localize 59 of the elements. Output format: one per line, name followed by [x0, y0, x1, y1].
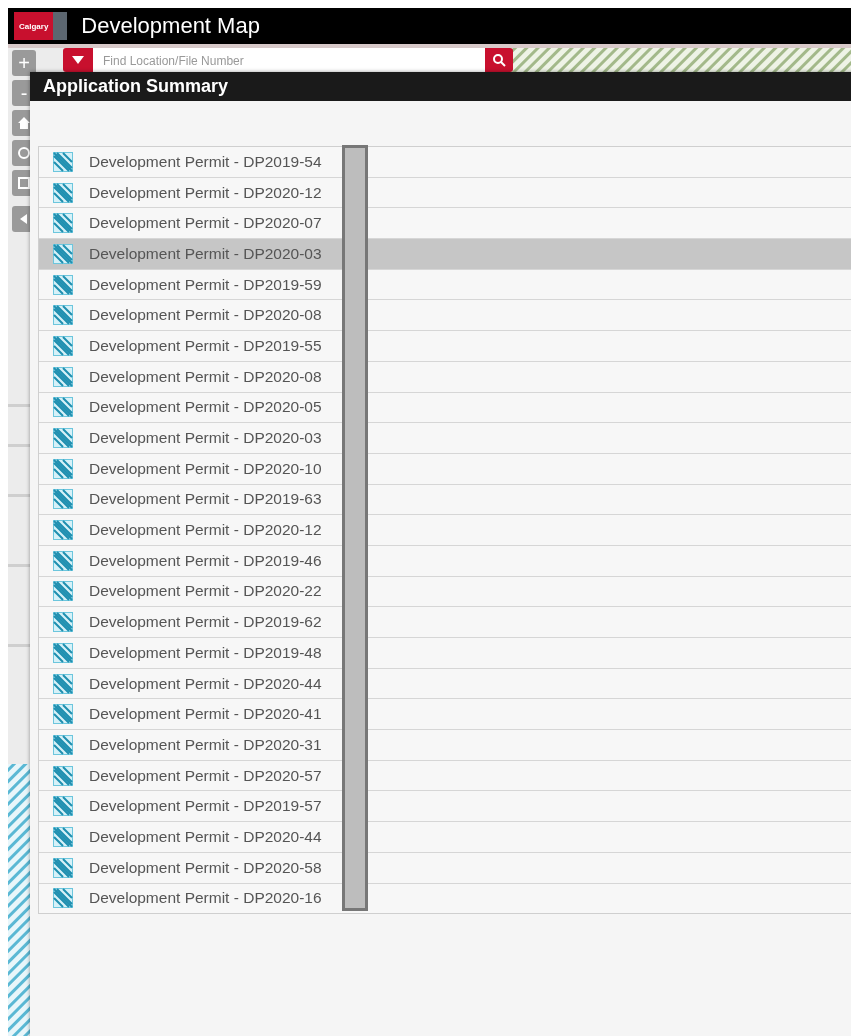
hatched-square-icon [53, 612, 73, 633]
city-logo: Calgary [14, 12, 68, 40]
application-item[interactable]: Development Permit - DP2020-03 [39, 239, 851, 270]
application-label: Development Permit - DP2019-62 [89, 613, 322, 632]
hatched-square-icon [53, 520, 73, 541]
hatched-square-icon [53, 734, 73, 755]
application-label: Development Permit - DP2019-48 [89, 643, 322, 662]
application-label: Development Permit - DP2020-08 [89, 306, 322, 325]
application-label: Development Permit - DP2020-44 [89, 674, 322, 693]
application-label: Development Permit - DP2020-57 [89, 766, 322, 785]
application-label: Development Permit - DP2020-08 [89, 367, 322, 386]
hatched-square-icon [53, 335, 73, 356]
application-label: Development Permit - DP2019-59 [89, 275, 322, 294]
application-label: Development Permit - DP2020-07 [89, 214, 322, 233]
hatched-square-icon [53, 581, 73, 602]
application-label: Development Permit - DP2020-10 [89, 459, 322, 478]
dropdown-button[interactable] [63, 48, 93, 72]
hatched-square-icon [53, 458, 73, 479]
hatched-square-icon [53, 397, 73, 418]
application-label: Development Permit - DP2020-44 [89, 827, 322, 846]
app-title: Development Map [81, 13, 260, 39]
hatched-square-icon [53, 826, 73, 847]
application-label: Development Permit - DP2019-63 [89, 490, 322, 509]
hatched-square-icon [53, 765, 73, 786]
hatched-square-icon [53, 888, 73, 909]
application-label: Development Permit - DP2020-12 [89, 521, 322, 540]
search-field[interactable]: Find Location/File Number [93, 48, 485, 72]
hatched-square-icon [53, 673, 73, 694]
hatched-square-icon [53, 182, 73, 203]
application-label: Development Permit - DP2020-12 [89, 183, 322, 202]
application-label: Development Permit - DP2019-46 [89, 551, 322, 570]
hatched-square-icon [53, 642, 73, 663]
hatched-square-icon [53, 274, 73, 295]
application-label: Development Permit - DP2020-03 [89, 429, 322, 448]
application-label: Development Permit - DP2020-03 [89, 244, 322, 263]
application-label: Development Permit - DP2019-55 [89, 336, 322, 355]
hatched-square-icon [53, 857, 73, 878]
hatched-square-icon [53, 704, 73, 725]
application-label: Development Permit - DP2019-57 [89, 797, 322, 816]
application-label: Development Permit - DP2020-22 [89, 582, 322, 601]
caret-icon [72, 56, 84, 64]
search-button[interactable] [485, 48, 513, 72]
hatched-square-icon [53, 428, 73, 449]
application-label: Development Permit - DP2020-41 [89, 705, 322, 724]
application-label: Development Permit - DP2020-58 [89, 858, 322, 877]
hatched-square-icon [53, 550, 73, 571]
application-label: Development Permit - DP2019-54 [89, 152, 322, 171]
hatched-square-icon [53, 305, 73, 326]
hatched-square-icon [53, 243, 73, 264]
hatched-square-icon [53, 366, 73, 387]
hatched-square-icon [53, 796, 73, 817]
hatched-square-icon [53, 151, 73, 172]
application-label: Development Permit - DP2020-31 [89, 735, 322, 754]
panel-title: Application Summary [43, 76, 229, 97]
hatched-square-icon [53, 213, 73, 234]
application-label: Development Permit - DP2020-16 [89, 889, 322, 908]
hatched-square-icon [53, 489, 73, 510]
application-label: Development Permit - DP2020-05 [89, 398, 322, 417]
search-icon [492, 53, 506, 67]
